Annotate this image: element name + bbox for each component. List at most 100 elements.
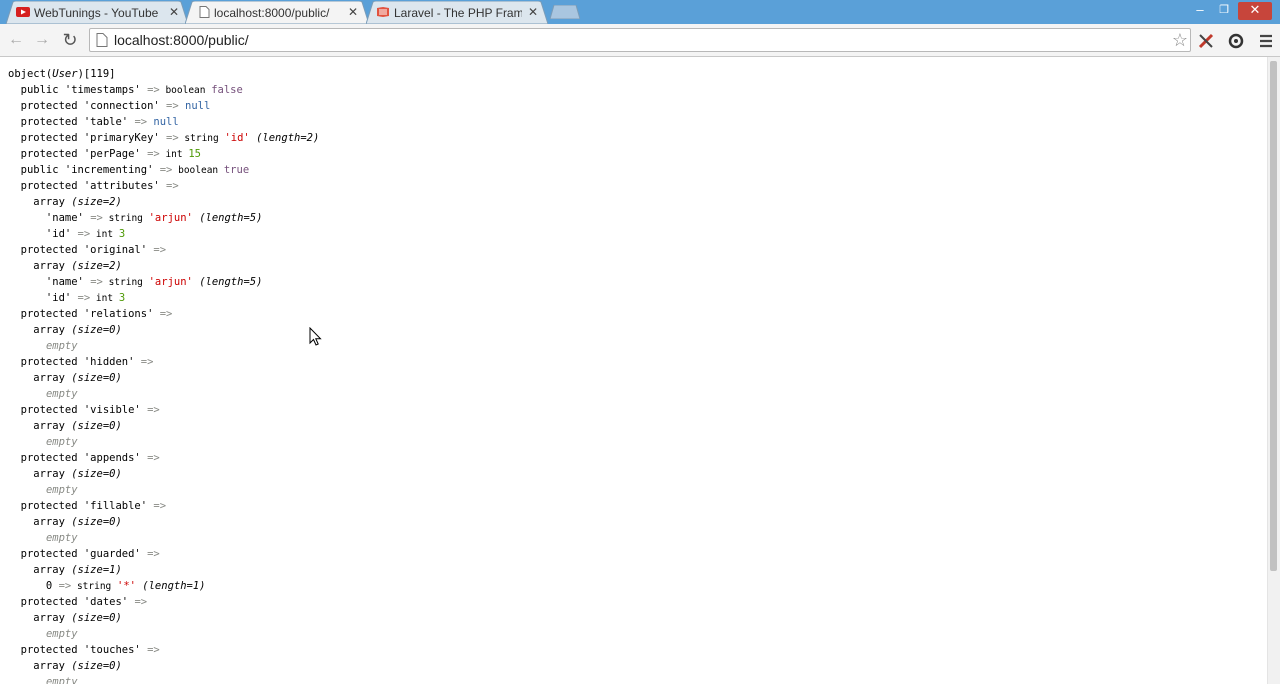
- dump-token: array: [8, 260, 72, 272]
- tab-laravel[interactable]: Laravel - The PHP Framework ✕: [366, 1, 548, 24]
- reload-button[interactable]: ↻: [60, 30, 80, 50]
- dump-line: empty: [8, 626, 319, 642]
- dump-token: (size=0): [71, 660, 122, 672]
- dump-token: (size=0): [71, 516, 122, 528]
- extension-icon[interactable]: [1197, 32, 1215, 50]
- dump-token: [8, 676, 46, 684]
- dump-token: =>: [147, 404, 160, 416]
- dump-line: array (size=2): [8, 194, 319, 210]
- dump-line: public 'incrementing' => boolean true: [8, 162, 319, 178]
- dump-token: User: [52, 68, 78, 80]
- dump-line: protected 'attributes' =>: [8, 178, 319, 194]
- restore-button[interactable]: ❐: [1214, 2, 1234, 18]
- dump-token: array: [8, 420, 72, 432]
- dump-token: (size=0): [71, 324, 122, 336]
- dump-line: 'name' => string 'arjun' (length=5): [8, 274, 319, 290]
- bookmark-star-icon[interactable]: ☆: [1172, 29, 1188, 51]
- dump-line: protected 'appends' =>: [8, 450, 319, 466]
- dump-line: protected 'dates' =>: [8, 594, 319, 610]
- dump-token: string: [102, 277, 149, 288]
- dump-token: array: [8, 612, 72, 624]
- dump-token: empty: [45, 676, 78, 684]
- dump-token: 'name': [8, 276, 91, 288]
- dump-token: =>: [147, 548, 160, 560]
- var-dump-output: object(User)[119] public 'timestamps' =>…: [8, 66, 319, 684]
- dump-token: =>: [134, 596, 148, 608]
- dump-token: object(: [8, 68, 53, 80]
- dump-line: public 'timestamps' => boolean false: [8, 82, 319, 98]
- dump-line: empty: [8, 386, 319, 402]
- dump-token: false: [211, 84, 243, 96]
- dump-token: empty: [45, 484, 78, 496]
- dump-token: null: [147, 116, 179, 128]
- youtube-icon: [16, 7, 30, 17]
- dump-token: public 'timestamps': [8, 84, 148, 96]
- dump-token: =>: [134, 116, 148, 128]
- title-bar: WebTunings - YouTube ✕ localhost:8000/pu…: [0, 0, 1280, 24]
- dump-token: protected 'hidden': [8, 356, 141, 368]
- dump-token: protected 'touches': [8, 644, 148, 656]
- tab-youtube[interactable]: WebTunings - YouTube ✕: [6, 1, 188, 24]
- dump-line: empty: [8, 482, 319, 498]
- dump-token: [8, 340, 46, 352]
- dump-token: null: [178, 100, 211, 112]
- dump-token: array: [8, 372, 72, 384]
- dump-line: protected 'fillable' =>: [8, 498, 319, 514]
- close-tab-icon[interactable]: ✕: [528, 5, 538, 19]
- laravel-icon: [377, 7, 389, 17]
- dump-line: 0 => string '*' (length=1): [8, 578, 319, 594]
- dump-token: protected 'guarded': [8, 548, 148, 560]
- dump-line: protected 'visible' =>: [8, 402, 319, 418]
- dump-line: array (size=0): [8, 466, 319, 482]
- dump-token: protected 'table': [8, 116, 135, 128]
- menu-icon[interactable]: [1257, 32, 1275, 50]
- dump-token: 3: [118, 292, 126, 304]
- dump-line: protected 'primaryKey' => string 'id' (l…: [8, 130, 320, 146]
- close-tab-icon[interactable]: ✕: [169, 5, 179, 19]
- dump-line: 'name' => string 'arjun' (length=5): [8, 210, 319, 226]
- dump-token: protected 'dates': [8, 596, 135, 608]
- dump-token: [8, 388, 46, 400]
- dump-token: int: [159, 149, 189, 160]
- settings-gear-icon[interactable]: [1227, 32, 1245, 50]
- dump-token: protected 'appends': [8, 452, 148, 464]
- vertical-scrollbar[interactable]: [1267, 57, 1280, 684]
- dump-token: =>: [77, 292, 91, 304]
- tab-title: WebTunings - YouTube: [34, 6, 159, 20]
- tab-localhost[interactable]: localhost:8000/public/ ✕: [185, 1, 369, 24]
- dump-line: array (size=0): [8, 370, 319, 386]
- dump-token: protected 'fillable': [8, 500, 154, 512]
- close-tab-icon[interactable]: ✕: [348, 5, 358, 19]
- dump-token: array: [8, 196, 72, 208]
- dump-token: =>: [153, 244, 167, 256]
- dump-token: 0: [8, 580, 59, 592]
- dump-line: protected 'connection' => null: [8, 98, 319, 114]
- dump-token: string: [102, 213, 149, 224]
- dump-token: public 'incrementing': [8, 164, 160, 176]
- dump-token: empty: [45, 628, 78, 640]
- new-tab-button[interactable]: [550, 5, 580, 19]
- forward-button[interactable]: →: [32, 30, 52, 50]
- minimize-button[interactable]: ‒: [1190, 2, 1210, 18]
- address-bar[interactable]: localhost:8000/public/ ☆: [89, 28, 1191, 52]
- dump-token: '*': [117, 580, 136, 592]
- dump-token: empty: [45, 340, 78, 352]
- dump-token: protected 'original': [8, 244, 154, 256]
- close-window-button[interactable]: ✕: [1238, 2, 1272, 20]
- dump-line: protected 'guarded' =>: [8, 546, 319, 562]
- dump-line: array (size=1): [8, 562, 319, 578]
- dump-token: =>: [166, 132, 179, 144]
- dump-line: object(User)[119]: [8, 66, 319, 82]
- dump-token: [8, 628, 46, 640]
- back-button[interactable]: ←: [6, 30, 26, 50]
- dump-token: protected 'connection': [8, 100, 167, 112]
- scrollbar-thumb[interactable]: [1270, 61, 1277, 571]
- dump-token: array: [8, 468, 72, 480]
- dump-token: protected 'attributes': [8, 180, 167, 192]
- dump-token: =>: [90, 212, 103, 224]
- page-icon: [199, 6, 210, 18]
- dump-token: (size=2): [71, 196, 122, 208]
- dump-token: (length=2): [249, 132, 320, 144]
- tab-title: localhost:8000/public/: [214, 6, 330, 20]
- page-icon: [96, 33, 108, 47]
